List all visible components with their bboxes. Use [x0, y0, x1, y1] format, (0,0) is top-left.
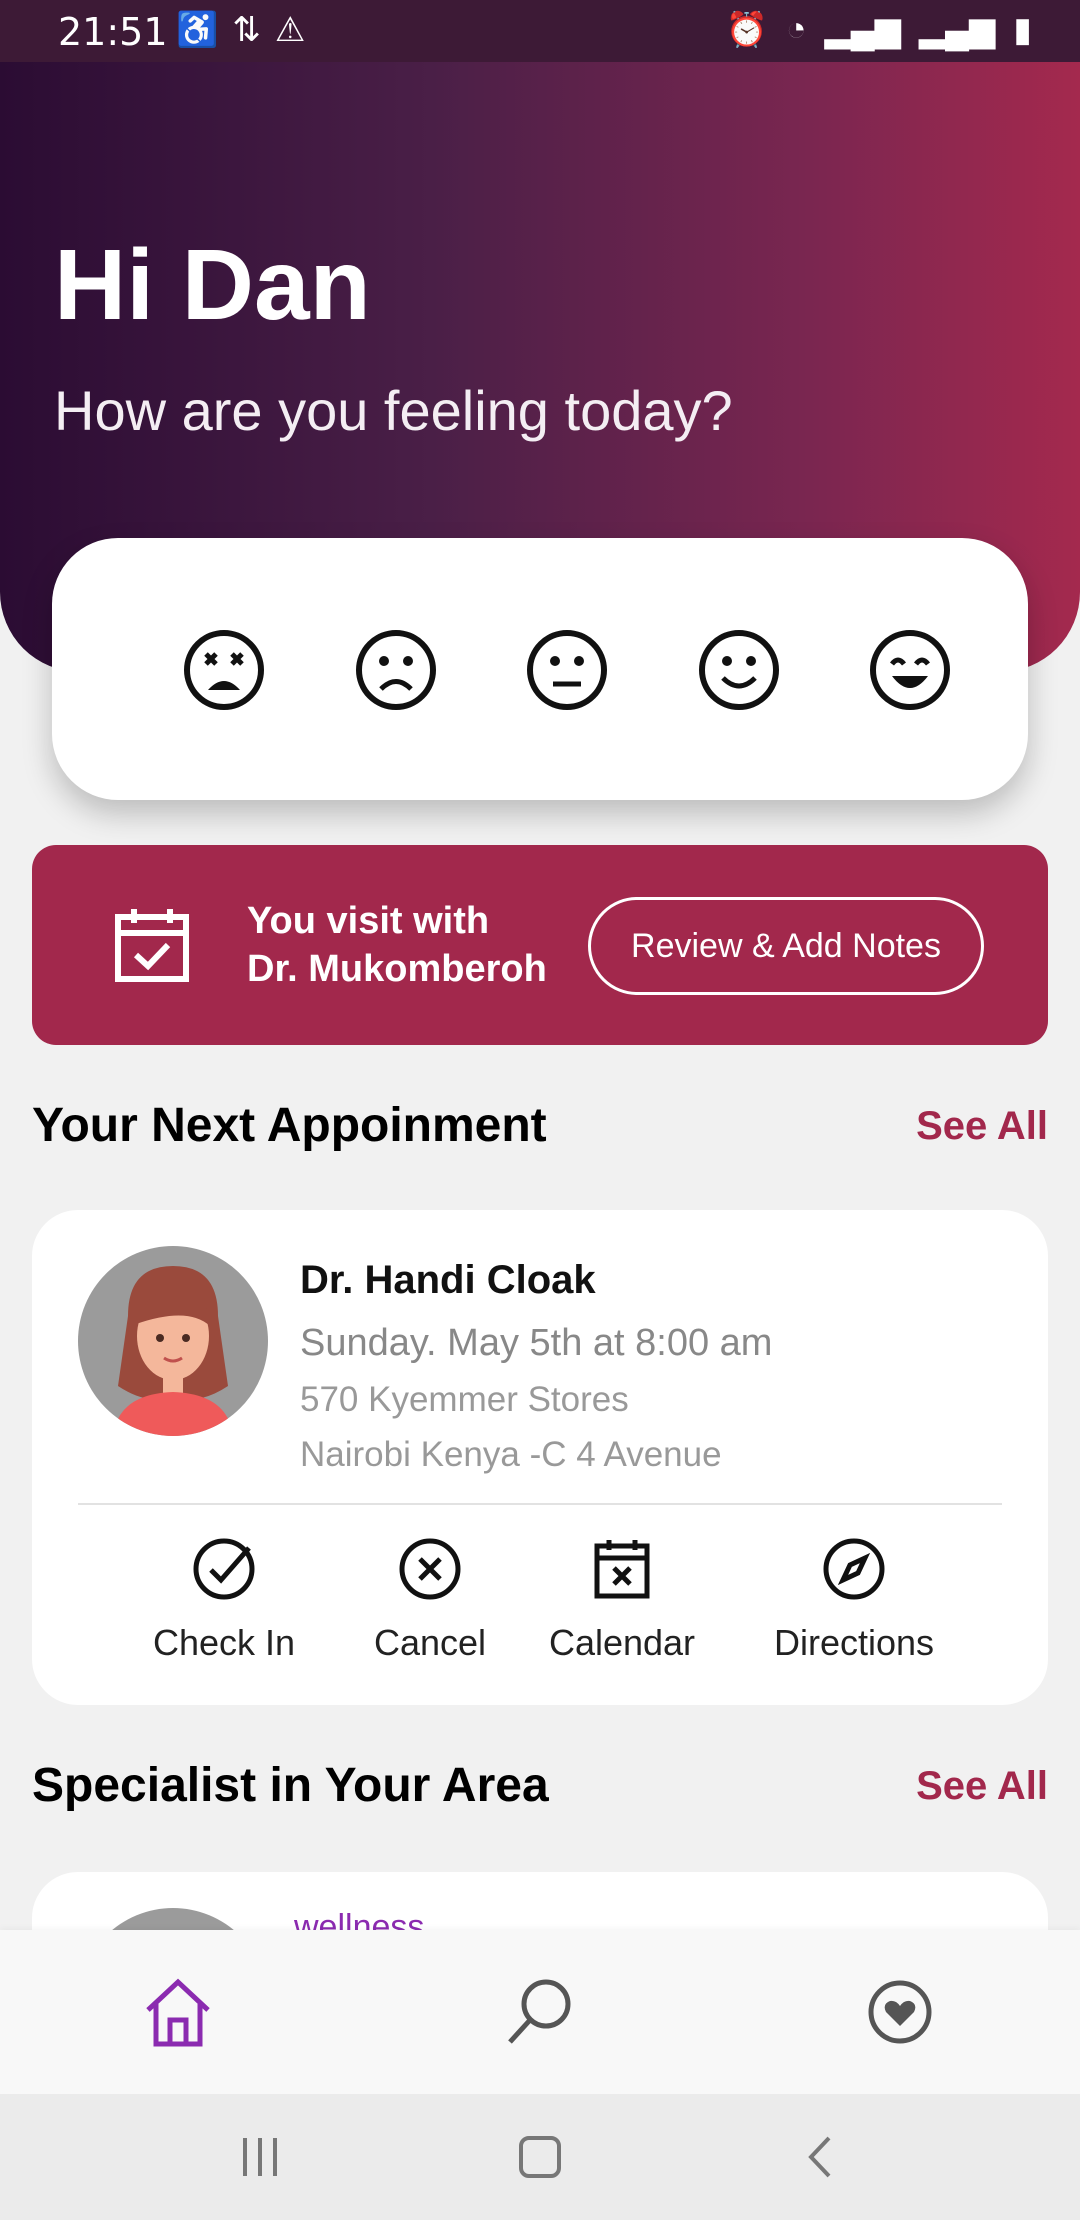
- very-sad-face-icon[interactable]: [182, 628, 266, 712]
- doctor-avatar: [78, 1246, 268, 1436]
- specialists-title: Specialist in Your Area: [32, 1759, 549, 1812]
- warning-icon: ⚠: [274, 11, 306, 49]
- directions-label: Directions: [773, 1622, 935, 1663]
- wifi-icon: ◔: [785, 10, 807, 48]
- very-happy-face-icon[interactable]: [868, 628, 952, 712]
- recent-apps-icon[interactable]: [227, 2124, 293, 2190]
- check-in-label: Check In: [152, 1622, 296, 1663]
- calendar-label: Calendar: [548, 1622, 696, 1663]
- appointment-address-line2: Nairobi Kenya -C 4 Avenue: [300, 1435, 722, 1474]
- greeting-subtitle: How are you feeling today?: [54, 379, 733, 442]
- visit-line-1: You visit with: [247, 900, 490, 942]
- calendar-check-icon: [115, 909, 189, 982]
- status-time: 21:51: [58, 10, 168, 54]
- neutral-face-icon[interactable]: [525, 628, 609, 712]
- search-icon[interactable]: [502, 1974, 578, 2050]
- battery-icon: ▮: [1013, 11, 1032, 49]
- visit-doctor-name: Dr. Mukomberoh: [247, 948, 547, 990]
- card-divider: [78, 1503, 1002, 1505]
- signal-icon: ▂▄▆: [824, 11, 901, 49]
- favorites-icon[interactable]: [862, 1974, 938, 2050]
- signal-icon: ▂▄▆: [918, 11, 996, 49]
- compass-icon: [823, 1538, 885, 1600]
- status-bar: 21:51 ♿ ⇅ ⚠ ⏰ ◔ ▂▄▆ ▂▄▆ ▮: [0, 0, 1080, 62]
- calendar-action[interactable]: Calendar: [542, 1536, 702, 1664]
- check-circle-icon: [193, 1538, 255, 1600]
- specialists-see-all-link[interactable]: See All: [916, 1764, 1048, 1809]
- check-in-action[interactable]: Check In: [144, 1536, 304, 1664]
- cancel-action[interactable]: Cancel: [360, 1536, 500, 1664]
- visit-banner: You visit with Dr. Mukomberoh Review & A…: [32, 845, 1048, 1045]
- home-icon[interactable]: [140, 1974, 216, 2050]
- transfer-icon: ⇅: [232, 11, 261, 49]
- review-add-notes-button[interactable]: Review & Add Notes: [588, 897, 984, 995]
- mood-row: [182, 628, 952, 712]
- cancel-label: Cancel: [373, 1622, 487, 1663]
- home-button-icon[interactable]: [507, 2124, 573, 2190]
- appointments-see-all-link[interactable]: See All: [916, 1104, 1048, 1149]
- next-appointment-title: Your Next Appoinment: [32, 1099, 547, 1152]
- cancel-circle-icon: [399, 1538, 461, 1600]
- calendar-cancel-icon: [594, 1540, 650, 1599]
- appointment-address-line1: 570 Kyemmer Stores: [300, 1380, 629, 1419]
- doctor-name: Dr. Handi Cloak: [300, 1258, 596, 1302]
- visit-text: You visit with Dr. Mukomberoh: [247, 897, 547, 993]
- mood-selector-card: [52, 538, 1028, 800]
- notification-icon: ♿: [176, 11, 219, 49]
- appointment-card[interactable]: Dr. Handi Cloak Sunday. May 5th at 8:00 …: [32, 1210, 1048, 1705]
- sad-face-icon[interactable]: [354, 628, 438, 712]
- alarm-icon: ⏰: [725, 11, 768, 49]
- back-icon[interactable]: [789, 2124, 855, 2190]
- greeting-title: Hi Dan: [54, 229, 371, 341]
- system-navigation-bar: [0, 2094, 1080, 2220]
- smile-face-icon[interactable]: [697, 628, 781, 712]
- bottom-navigation: [0, 1930, 1080, 2094]
- appointment-datetime: Sunday. May 5th at 8:00 am: [300, 1322, 773, 1364]
- directions-action[interactable]: Directions: [754, 1536, 954, 1664]
